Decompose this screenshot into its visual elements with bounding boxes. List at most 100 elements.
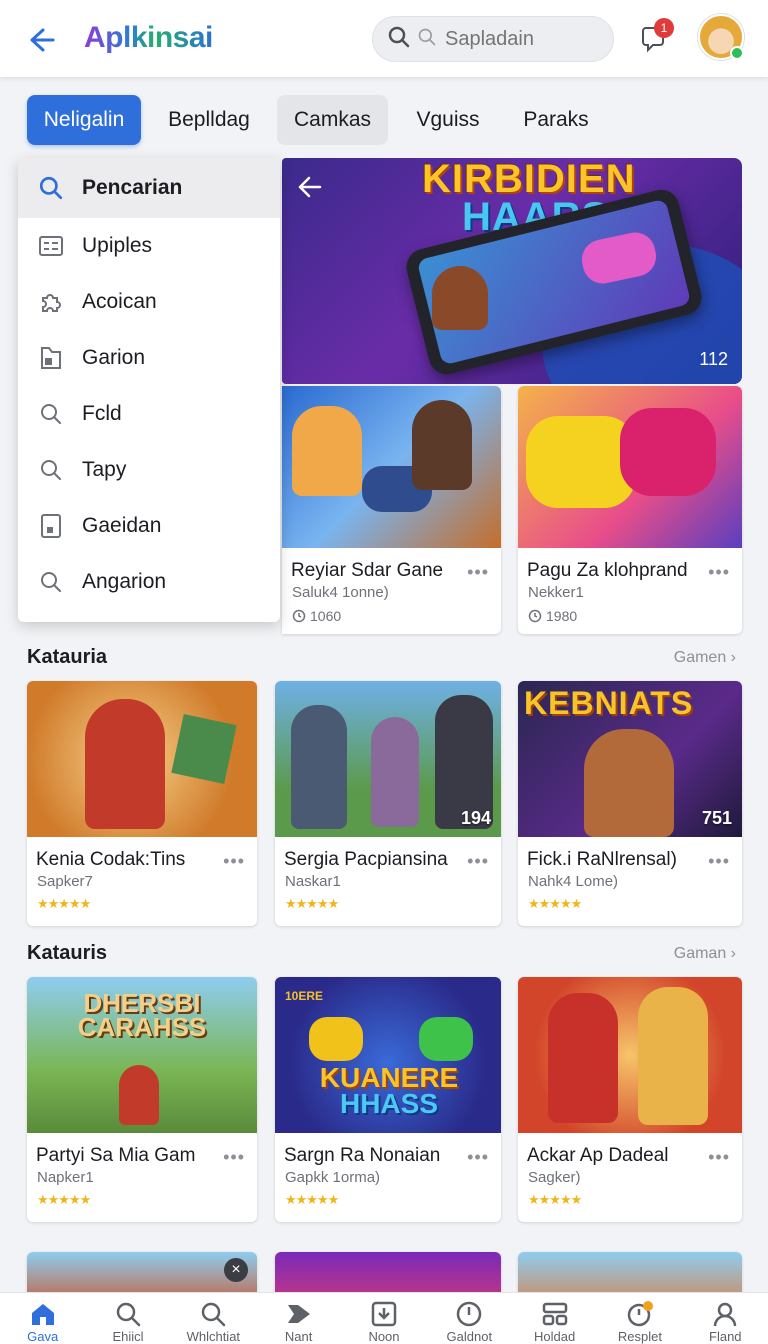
star-rating: ★★★★★	[528, 896, 582, 911]
chevron-right-icon: ›	[730, 649, 736, 666]
gamepad-illustration	[309, 1017, 363, 1061]
thumbnail-title-line2: HHASS	[339, 1088, 438, 1119]
avatar[interactable]	[698, 14, 744, 60]
more-options-icon[interactable]: •••	[708, 1147, 730, 1168]
star-rating: ★★★★★	[528, 1192, 582, 1207]
star-rating: ★★★★★	[285, 1192, 339, 1207]
game-card[interactable]: Ackar Ap Dadeal ••• Sagker) ★★★★★	[518, 977, 742, 1222]
game-subtitle: Napker1	[37, 1169, 94, 1186]
game-title: Sergia Pacpiansina	[284, 849, 448, 870]
notifications-button[interactable]: 1	[640, 18, 676, 56]
section-see-all-link[interactable]: Gamen ›	[674, 649, 736, 667]
timer-icon	[627, 1301, 653, 1327]
more-options-icon[interactable]: •••	[708, 562, 730, 583]
clock-icon	[528, 609, 542, 623]
game-title: Reyiar Sdar Gane	[291, 560, 444, 581]
character-illustration	[584, 729, 674, 837]
app-title: Aplkinsai	[84, 21, 213, 54]
character-illustration	[85, 699, 165, 829]
game-meta: 1980	[528, 608, 577, 624]
game-subtitle: Naskar1	[285, 873, 341, 890]
more-options-icon[interactable]: •••	[467, 562, 489, 583]
nav-item-noon[interactable]: Noon	[341, 1293, 426, 1344]
search-icon	[38, 175, 64, 201]
close-icon[interactable]: ×	[224, 1258, 248, 1282]
character-illustration	[638, 987, 708, 1125]
search-input[interactable]	[445, 27, 565, 51]
item-illustration	[171, 714, 237, 784]
tab-beplldag[interactable]: Beplldag	[157, 95, 261, 145]
more-options-icon[interactable]: •••	[223, 851, 245, 872]
menu-item-garion[interactable]: Garion	[18, 330, 280, 386]
game-card[interactable]: 10ERE KUANERE HHASS Sargn Ra Nonaian ••• …	[275, 977, 501, 1222]
nav-label: Fland	[709, 1329, 742, 1344]
folder-icon	[38, 345, 64, 371]
back-arrow-icon[interactable]	[22, 22, 58, 58]
game-card[interactable]: Pagu Za klohprand ••• Nekker1 1980	[518, 386, 742, 634]
game-card[interactable]: Kenia Codak:Tins ••• Sapker7 ★★★★★	[27, 681, 257, 926]
menu-item-tapy[interactable]: Tapy	[18, 442, 280, 498]
nav-item-resplet[interactable]: Resplet	[597, 1293, 682, 1344]
tab-paraks[interactable]: Paraks	[510, 95, 602, 145]
nav-item-nant[interactable]: Nant	[256, 1293, 341, 1344]
character-illustration	[412, 400, 472, 490]
search-dropdown-menu: Pencarian Upiples Acoican Garion Fcld Ta…	[18, 158, 280, 622]
menu-item-gaeidan[interactable]: Gaeidan	[18, 498, 280, 554]
menu-item-pencarian[interactable]: Pencarian	[18, 158, 280, 218]
menu-item-label: Garion	[82, 346, 146, 369]
nav-item-fland[interactable]: Fland	[683, 1293, 768, 1344]
top-app-bar: Aplkinsai 1	[0, 0, 768, 78]
section-see-all-link[interactable]: Gaman ›	[674, 945, 736, 963]
gamepad-illustration	[419, 1017, 473, 1061]
tab-camkas[interactable]: Camkas	[277, 95, 388, 145]
game-card[interactable]: KEBNIATS 751 Fick.i RaNlrensal) ••• Nahk…	[518, 681, 742, 926]
more-options-icon[interactable]: •••	[708, 851, 730, 872]
nav-item-whlchtiat[interactable]: Whlchtiat	[171, 1293, 256, 1344]
app-logo: Aplkinsai	[84, 21, 213, 55]
section-link-label: Gamen	[673, 649, 727, 666]
game-meta-value: 1060	[310, 608, 342, 624]
more-options-icon[interactable]: •••	[223, 1147, 245, 1168]
nav-item-ehiicl[interactable]: Ehiicl	[85, 1293, 170, 1344]
star-rating: ★★★★★	[37, 896, 91, 911]
game-card[interactable]: 194 Sergia Pacpiansina ••• Naskar1 ★★★★★	[275, 681, 501, 926]
nav-item-gava[interactable]: Gava	[0, 1293, 85, 1344]
category-tabs: Neligalin Beplldag Camkas Vguiss Paraks	[0, 92, 768, 148]
more-options-icon[interactable]: •••	[467, 851, 489, 872]
tab-vguiss[interactable]: Vguiss	[402, 95, 494, 145]
search-icon	[38, 401, 64, 427]
menu-item-label: Acoican	[82, 290, 157, 313]
game-title: Fick.i RaNlrensal)	[527, 849, 677, 870]
game-card[interactable]: DHERSBI CARAHSS Partyi Sa Mia Gam ••• Nap…	[27, 977, 257, 1222]
home-icon	[31, 1304, 54, 1325]
nav-item-holdad[interactable]: Holdad	[512, 1293, 597, 1344]
game-meta-value: 1980	[546, 608, 578, 624]
download-icon	[371, 1301, 397, 1327]
menu-item-angarion[interactable]: Angarion	[18, 554, 280, 610]
game-subtitle: Nekker1	[528, 584, 584, 601]
menu-item-label: Pencarian	[82, 176, 183, 199]
thumbnail-title-line2: CARAHSS	[77, 1012, 207, 1042]
bottom-navigation: Gava Ehiicl Whlchtiat Nant Noon Galdnot …	[0, 1292, 768, 1344]
tab-neligalin[interactable]: Neligalin	[27, 95, 141, 145]
game-subtitle: Sapker7	[37, 873, 93, 890]
back-arrow-icon[interactable]	[294, 172, 324, 202]
game-card[interactable]: Reyiar Sdar Gane ••• Saluk4 1onne) 1060	[282, 386, 501, 634]
character-illustration	[371, 717, 419, 827]
menu-item-upiples[interactable]: Upiples	[18, 218, 280, 274]
more-options-icon[interactable]: •••	[467, 1147, 489, 1168]
hero-banner[interactable]: KIRBIDIEN HAARS 112	[282, 158, 742, 384]
menu-item-acoican[interactable]: Acoican	[18, 274, 280, 330]
hero-title-line1: KIRBIDIEN	[422, 158, 636, 201]
nav-item-galdnot[interactable]: Galdnot	[427, 1293, 512, 1344]
game-subtitle: Gapkk 1orma)	[285, 1169, 381, 1186]
menu-item-fcld[interactable]: Fcld	[18, 386, 280, 442]
game-title: Partyi Sa Mia Gam	[36, 1145, 196, 1166]
character-illustration	[292, 406, 362, 496]
star-rating: ★★★★★	[37, 1192, 91, 1207]
nav-label: Holdad	[534, 1329, 576, 1344]
search-bar[interactable]	[372, 16, 614, 62]
section-link-label: Gaman	[673, 945, 727, 962]
game-thumbnail: KEBNIATS 751	[518, 681, 742, 837]
game-thumbnail: 194	[275, 681, 501, 837]
